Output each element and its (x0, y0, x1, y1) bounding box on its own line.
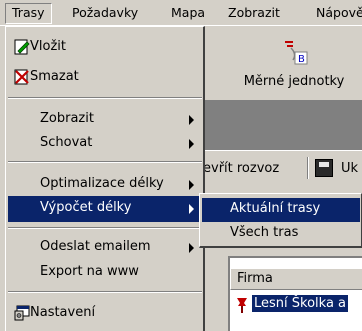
menu-item-label: Nastavení (30, 305, 96, 320)
menu-separator (8, 227, 202, 229)
menu-item-label: Smazat (30, 69, 79, 84)
menu-item-vlozit[interactable]: Vložit (8, 35, 202, 61)
menu-zobrazit[interactable]: Zobrazit (228, 5, 280, 23)
units-icon: B (285, 41, 308, 65)
menu-item-export-na-www[interactable]: Export na www (8, 260, 202, 286)
settings-window-icon (14, 305, 30, 321)
menu-item-nastaveni[interactable]: Nastavení (8, 301, 202, 327)
toolbar-separator (307, 157, 309, 179)
submenu-item-label: Všech tras (230, 225, 299, 240)
menu-item-schovat[interactable]: Schovat (8, 131, 202, 157)
menu-pozadavky[interactable]: Požadavky (72, 5, 138, 23)
menu-item-label: Zobrazit (40, 111, 94, 126)
submenu-arrow-icon (189, 139, 194, 149)
submenu-arrow-icon (189, 180, 194, 190)
units-button[interactable]: B Měrné jednotky (235, 36, 353, 92)
menu-separator (8, 161, 202, 163)
menu-item-zobrazit[interactable]: Zobrazit (8, 107, 202, 133)
list-item[interactable]: Lesní Školka a (230, 294, 362, 316)
menu-item-label: Optimalizace délky (40, 176, 164, 191)
submenu-arrow-icon (189, 115, 194, 125)
workspace-band (205, 100, 362, 150)
menu-item-label: Výpočet délky (40, 200, 132, 215)
app-window: B Měrné jednotky evřít rozvoz Uk Firma L… (203, 26, 362, 331)
menu-item-label: Vložit (30, 39, 66, 54)
menu-separator (8, 291, 202, 293)
company-list: Firma Lesní Školka a (228, 256, 362, 331)
menu-mapa[interactable]: Mapa (171, 5, 205, 23)
menu-separator (8, 97, 202, 99)
menu-item-label: Schovat (40, 135, 93, 150)
trasy-dropdown: Vložit Smazat Zobrazit Schovat Optimaliz… (5, 26, 205, 331)
menu-item-smazat[interactable]: Smazat (8, 65, 202, 91)
menu-item-odeslat-emailem[interactable]: Odeslat emailem (8, 235, 202, 261)
delete-doc-icon (14, 69, 29, 85)
save-button-label[interactable]: Uk (341, 161, 358, 176)
menu-item-label: Odeslat emailem (40, 239, 151, 254)
menu-napoveda[interactable]: Nápově (316, 5, 362, 23)
menu-item-label: Export na www (40, 264, 139, 279)
menu-item-vypocet-delky[interactable]: Výpočet délky (8, 196, 202, 222)
pin-icon (237, 298, 247, 313)
pencil-doc-icon (14, 39, 30, 55)
submenu-item-label: Aktuální trasy (230, 201, 321, 216)
list-item-label: Lesní Školka a (252, 295, 349, 312)
submenu-arrow-icon (189, 204, 194, 214)
menu-trasy[interactable]: Trasy (5, 3, 52, 24)
menu-item-optimalizace-delky[interactable]: Optimalizace délky (8, 172, 202, 198)
vypocet-delky-submenu: Aktuální trasy Všech tras (199, 193, 362, 248)
menu-bar: Trasy Požadavky Mapa Zobrazit Nápově (0, 0, 362, 26)
submenu-item-vsech-tras[interactable]: Všech tras (202, 222, 360, 246)
column-header-firma[interactable]: Firma (230, 268, 362, 290)
svg-text:B: B (298, 54, 305, 65)
units-button-label: Měrné jednotky (243, 74, 345, 89)
submenu-item-aktualni-trasy[interactable]: Aktuální trasy (202, 198, 360, 222)
save-icon[interactable] (315, 159, 333, 177)
main-toolbar: B Měrné jednotky (205, 26, 362, 98)
open-delivery-button[interactable]: evřít rozvoz (203, 161, 279, 176)
submenu-arrow-icon (189, 243, 194, 253)
